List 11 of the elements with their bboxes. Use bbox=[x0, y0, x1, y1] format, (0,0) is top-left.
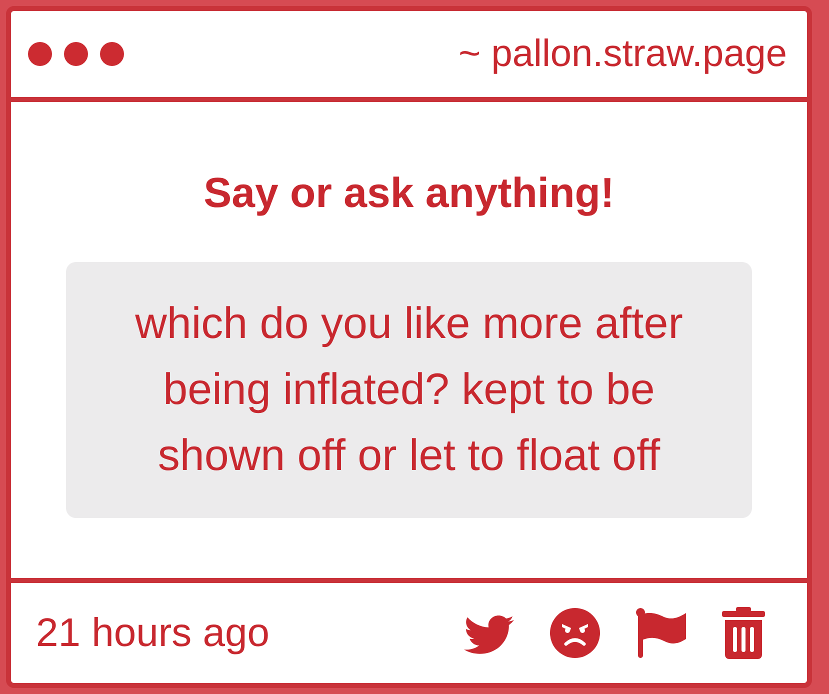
page-address: ~ pallon.straw.page bbox=[458, 35, 787, 73]
message-text: which do you like more after being inflated? kept to be shown off or let to float off bbox=[134, 298, 684, 482]
window-dot-icon bbox=[28, 42, 52, 66]
angry-face-icon[interactable] bbox=[550, 608, 600, 658]
window-dot-icon bbox=[100, 42, 124, 66]
flag-icon[interactable] bbox=[636, 608, 686, 658]
prompt-title: Say or ask anything! bbox=[204, 171, 614, 215]
window-dot-icon bbox=[64, 42, 88, 66]
trash-icon[interactable] bbox=[722, 607, 765, 659]
bird-icon[interactable] bbox=[464, 612, 514, 654]
timestamp: 21 hours ago bbox=[36, 613, 270, 653]
